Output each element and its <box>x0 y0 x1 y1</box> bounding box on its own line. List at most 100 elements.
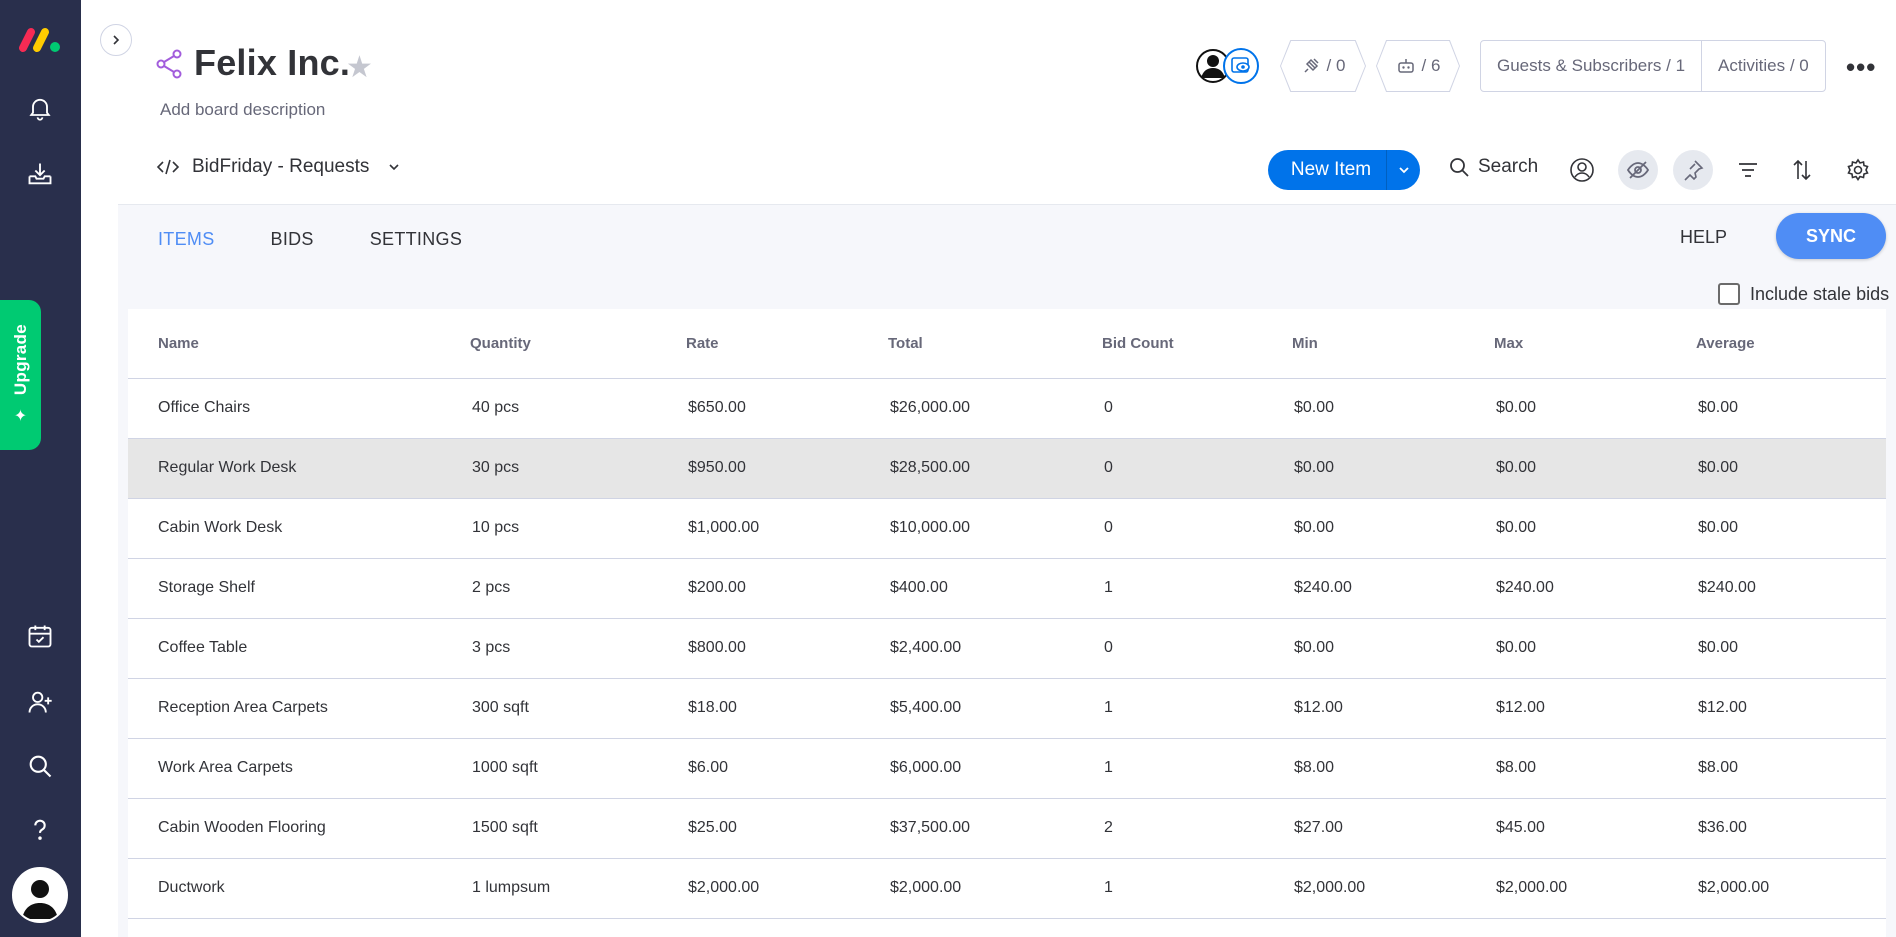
column-header-average: Average <box>1696 309 1886 379</box>
help-button[interactable]: HELP <box>1680 227 1727 248</box>
cell-max: $2,000.00 <box>1494 858 1696 919</box>
star-icon[interactable]: ★ <box>346 50 373 85</box>
avatar[interactable] <box>12 867 68 923</box>
column-header-max: Max <box>1494 309 1696 379</box>
pin-icon[interactable] <box>1673 150 1713 190</box>
guests-subscribers-button[interactable]: Guests & Subscribers / 1 <box>1481 56 1701 76</box>
sync-button[interactable]: SYNC <box>1776 213 1886 259</box>
board-description[interactable]: Add board description <box>160 100 325 120</box>
cell-bid-count: 0 <box>1102 618 1292 679</box>
board-title[interactable]: Felix Inc. <box>194 42 350 84</box>
cell-max: $12.00 <box>1494 678 1696 739</box>
table-row[interactable]: Regular Work Desk 30 pcs $950.00 $28,500… <box>128 438 1886 499</box>
hide-columns-icon[interactable] <box>1618 150 1658 190</box>
column-header-name: Name <box>128 309 470 379</box>
add-user-icon[interactable] <box>24 686 56 718</box>
table-row[interactable]: Storage Shelf 2 pcs $200.00 $400.00 1 $2… <box>128 558 1886 619</box>
view-selector[interactable]: BidFriday - Requests <box>156 156 401 178</box>
cell-average: $0.00 <box>1696 498 1886 559</box>
person-filter-icon[interactable] <box>1562 150 1602 190</box>
cell-max: $0.00 <box>1494 378 1696 439</box>
cell-min: $0.00 <box>1292 378 1494 439</box>
column-header-bid-count: Bid Count <box>1102 309 1292 379</box>
column-header-rate: Rate <box>686 309 888 379</box>
cell-quantity: 1500 sqft <box>470 798 686 859</box>
search-icon[interactable] <box>24 750 56 782</box>
cell-average: $0.00 <box>1696 378 1886 439</box>
left-sidebar: Upgrade ✦ <box>0 0 81 937</box>
more-options-icon[interactable]: ••• <box>1846 52 1876 83</box>
cell-average: $8.00 <box>1696 738 1886 799</box>
cell-min: $0.00 <box>1292 618 1494 679</box>
cell-total: $37,500.00 <box>888 798 1102 859</box>
robot-icon <box>1397 59 1414 73</box>
bell-icon[interactable] <box>24 92 56 124</box>
new-item-dropdown[interactable] <box>1386 150 1420 190</box>
filter-icon[interactable] <box>1728 150 1768 190</box>
cell-quantity: 10 pcs <box>470 498 686 559</box>
cell-bid-count: 1 <box>1102 858 1292 919</box>
cell-quantity: 40 pcs <box>470 378 686 439</box>
column-header-quantity: Quantity <box>470 309 686 379</box>
cell-name: Reception Area Carpets <box>128 678 470 739</box>
table-header-row: Name Quantity Rate Total Bid Count Min M… <box>128 309 1886 379</box>
table-row[interactable]: Work Area Carpets 1000 sqft $6.00 $6,000… <box>128 738 1886 799</box>
cell-max: $0.00 <box>1494 438 1696 499</box>
cell-name: Cabin Wooden Flooring <box>128 798 470 859</box>
table-row[interactable]: Coffee Table 3 pcs $800.00 $2,400.00 0 $… <box>128 618 1886 679</box>
tab-bids[interactable]: BIDS <box>271 229 314 250</box>
cell-rate: $200.00 <box>686 558 888 619</box>
automations-button[interactable]: / 6 <box>1376 40 1460 92</box>
cell-total: $28,500.00 <box>888 438 1102 499</box>
sort-icon[interactable] <box>1782 150 1822 190</box>
chevron-right-icon <box>113 35 120 45</box>
inbox-download-icon[interactable] <box>24 158 56 190</box>
tab-items[interactable]: ITEMS <box>158 229 215 250</box>
integrations-button[interactable]: / 0 <box>1280 40 1366 92</box>
cell-bid-count: 2 <box>1102 798 1292 859</box>
table-row[interactable]: Office Chairs 40 pcs $650.00 $26,000.00 … <box>128 378 1886 439</box>
integrations-count: / 0 <box>1326 56 1346 75</box>
cell-total: $26,000.00 <box>888 378 1102 439</box>
cell-bid-count: 0 <box>1102 378 1292 439</box>
cell-average: $36.00 <box>1696 798 1886 859</box>
table-row[interactable]: Cabin Wooden Flooring 1500 sqft $25.00 $… <box>128 798 1886 859</box>
cell-rate: $18.00 <box>686 678 888 739</box>
include-stale-bids-checkbox[interactable] <box>1718 283 1740 305</box>
activities-button[interactable]: Activities / 0 <box>1702 56 1825 76</box>
table-row[interactable]: Ductwork 1 lumpsum $2,000.00 $2,000.00 1… <box>128 858 1886 919</box>
tab-settings[interactable]: SETTINGS <box>370 229 462 250</box>
upgrade-button[interactable]: Upgrade ✦ <box>0 300 41 450</box>
table-row[interactable]: Reception Area Carpets 300 sqft $18.00 $… <box>128 678 1886 739</box>
share-icon <box>156 49 182 79</box>
search-icon <box>1450 158 1469 177</box>
cell-total: $5,400.00 <box>888 678 1102 739</box>
search-button[interactable]: Search <box>1448 156 1538 178</box>
cell-total: $2,000.00 <box>888 858 1102 919</box>
calendar-check-icon[interactable] <box>24 620 56 652</box>
cell-quantity: 2 pcs <box>470 558 686 619</box>
view-name: BidFriday - Requests <box>192 156 370 177</box>
cell-min: $2,000.00 <box>1292 858 1494 919</box>
cell-rate: $650.00 <box>686 378 888 439</box>
new-item-button[interactable]: New Item <box>1268 150 1420 190</box>
help-icon[interactable] <box>24 814 56 846</box>
cell-average: $0.00 <box>1696 438 1886 499</box>
monday-logo[interactable] <box>18 24 62 54</box>
cell-rate: $950.00 <box>686 438 888 499</box>
cell-rate: $6.00 <box>686 738 888 799</box>
plug-icon <box>1304 58 1319 73</box>
cell-quantity: 3 pcs <box>470 618 686 679</box>
cell-total: $2,400.00 <box>888 618 1102 679</box>
cell-max: $8.00 <box>1494 738 1696 799</box>
cell-rate: $2,000.00 <box>686 858 888 919</box>
expand-sidebar-button[interactable] <box>100 24 132 56</box>
cell-bid-count: 0 <box>1102 438 1292 499</box>
cell-total: $10,000.00 <box>888 498 1102 559</box>
cell-quantity: 300 sqft <box>470 678 686 739</box>
board-members[interactable] <box>1196 46 1262 86</box>
table-row[interactable]: Cabin Work Desk 10 pcs $1,000.00 $10,000… <box>128 498 1886 559</box>
cell-max: $0.00 <box>1494 498 1696 559</box>
cell-name: Cabin Work Desk <box>128 498 470 559</box>
settings-gear-icon[interactable] <box>1838 150 1878 190</box>
